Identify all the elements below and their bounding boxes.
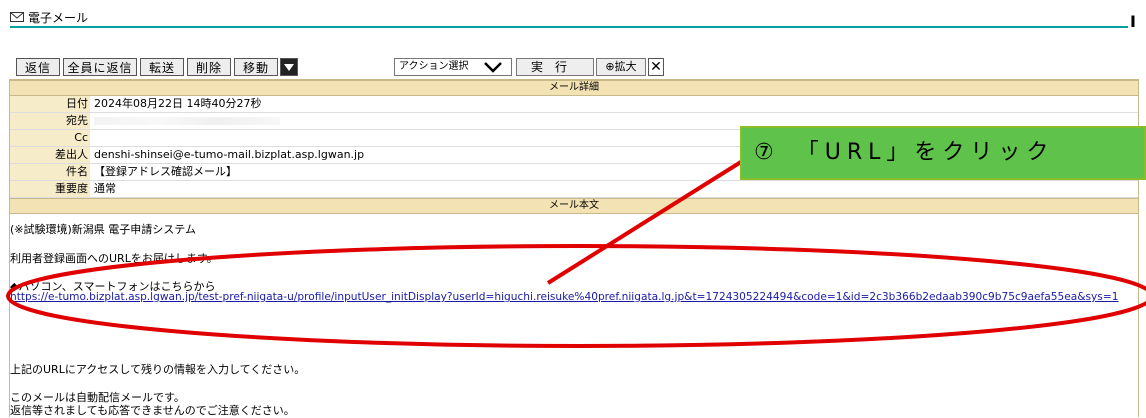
details-header: メール詳細 — [10, 80, 1138, 96]
body-line-intro: 利用者登録画面へのURLをお届けします。 — [10, 252, 218, 265]
subject-value: 【登録アドレス確認メール】 — [94, 165, 237, 178]
reply-button[interactable]: 返信 — [16, 58, 60, 76]
body-header: メール本文 — [10, 198, 1138, 214]
date-value: 2024年08月22日 14時40分27秒 — [94, 97, 262, 110]
body-line-noreply: 返信等されましても応答できませんのでご注意ください。 — [10, 404, 295, 417]
registration-url-link[interactable]: https://e-tumo.bizplat.asp.lgwan.jp/test… — [10, 291, 1118, 303]
date-row: 日付 2024年08月22日 14時40分27秒 — [10, 96, 1138, 113]
priority-row: 重要度 通常 — [10, 181, 1138, 198]
window-title: 電子メール — [28, 11, 89, 25]
to-label: 宛先 — [10, 113, 90, 129]
priority-value: 通常 — [94, 182, 116, 195]
corner-label: I — [1130, 12, 1136, 31]
body-line-instruction: 上記のURLにアクセスして残りの情報を入力してください。 — [10, 363, 306, 376]
move-dropdown-icon[interactable] — [280, 58, 298, 76]
chevron-down-icon — [484, 62, 502, 73]
delete-button[interactable]: 削除 — [187, 58, 231, 76]
execute-button[interactable]: 実行 — [516, 58, 594, 76]
instruction-callout: ⑦ 「URL」をクリック — [740, 126, 1146, 180]
priority-label: 重要度 — [10, 181, 90, 197]
reply-all-button[interactable]: 全員に返信 — [63, 58, 137, 76]
window-titlebar: 電子メール I — [0, 0, 1146, 40]
from-value: denshi-shinsei@e-tumo-mail.bizplat.asp.l… — [94, 148, 365, 161]
mail-icon — [10, 12, 24, 22]
action-select-label: アクション選択 — [399, 61, 469, 72]
zoom-button[interactable]: ⊕拡大 — [596, 58, 646, 76]
move-button[interactable]: 移動 — [234, 58, 278, 76]
close-button[interactable]: ✕ — [648, 58, 664, 76]
date-label: 日付 — [10, 96, 90, 112]
subject-label: 件名 — [10, 164, 90, 180]
title-divider — [10, 26, 1128, 28]
forward-button[interactable]: 転送 — [140, 58, 184, 76]
to-value-redacted — [94, 117, 280, 125]
body-line-system: (※試験環境)新潟県 電子申請システム — [10, 223, 196, 236]
cc-label: Cc — [10, 130, 90, 146]
action-select[interactable]: アクション選択 — [394, 58, 512, 76]
from-label: 差出人 — [10, 147, 90, 163]
